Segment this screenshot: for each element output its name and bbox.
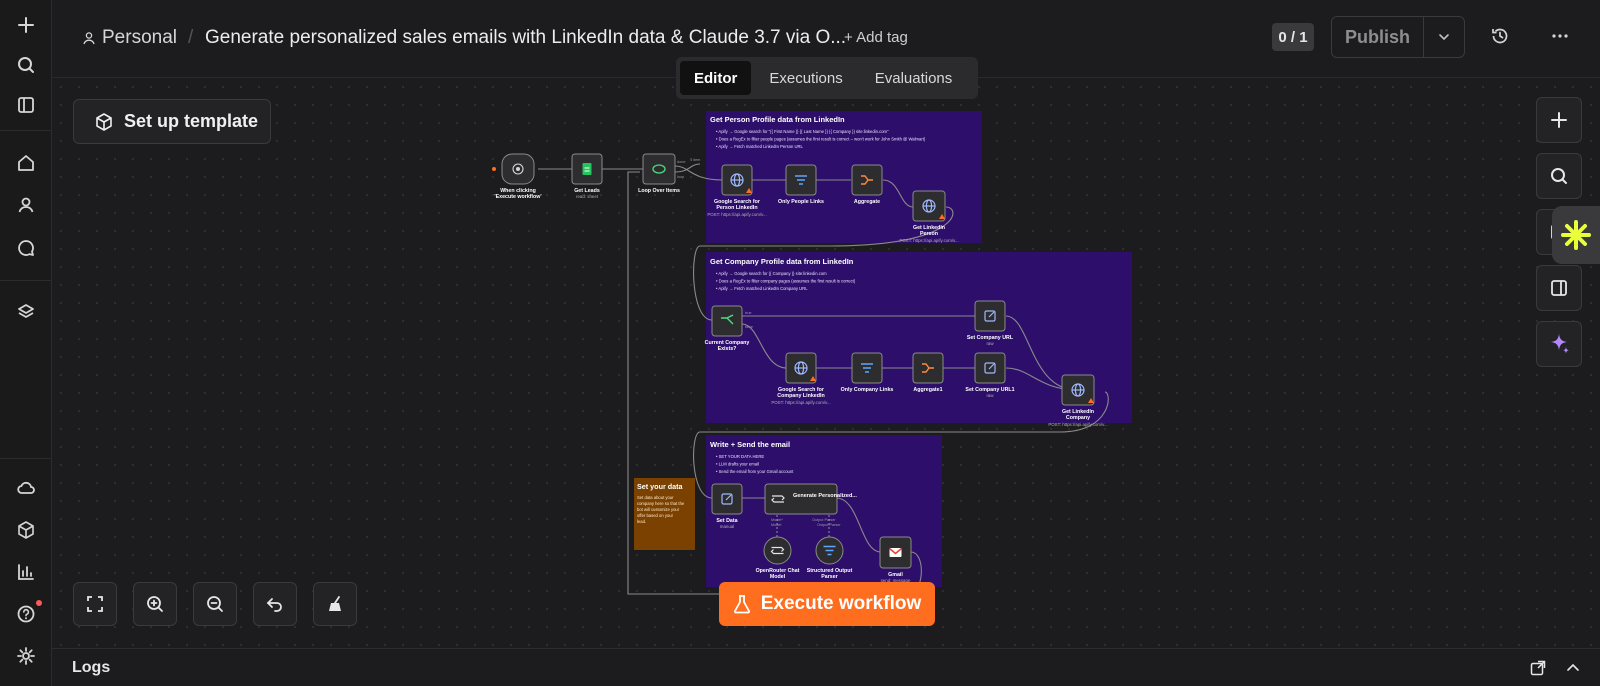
ai-sparkle-button[interactable]: [1536, 321, 1582, 367]
cloud-icon[interactable]: [14, 476, 38, 500]
search-icon: [1551, 168, 1567, 184]
chevron-up-icon[interactable]: [1566, 661, 1580, 675]
pop-out-icon[interactable]: [1530, 660, 1546, 676]
search-nodes-button[interactable]: [1536, 153, 1582, 199]
setup-template-button[interactable]: Set up template: [73, 99, 271, 144]
chevron-down-icon[interactable]: [1424, 17, 1464, 57]
setup-template-label: Set up template: [124, 111, 259, 131]
fit-view-button[interactable]: [73, 582, 117, 626]
layers-icon[interactable]: [14, 300, 38, 324]
panel-icon: [1551, 280, 1567, 296]
plus-icon: [1551, 112, 1567, 128]
help-icon[interactable]: [14, 602, 38, 626]
tidy-up-button[interactable]: [313, 582, 357, 626]
flask-icon: [733, 595, 750, 614]
settings-gear-icon[interactable]: [14, 644, 38, 668]
templates-icon[interactable]: [14, 518, 38, 542]
execute-workflow-label: Execute workflow: [760, 593, 922, 614]
plus-icon[interactable]: [14, 13, 38, 37]
more-options-icon[interactable]: [1550, 26, 1570, 51]
user-icon[interactable]: [14, 193, 38, 217]
add-node-button[interactable]: [1536, 97, 1582, 143]
logs-panel[interactable]: Logs: [52, 648, 1600, 686]
rail-divider: [0, 280, 52, 281]
rail-divider: [0, 130, 52, 131]
workflow-title[interactable]: Generate personalized sales emails with …: [205, 27, 846, 49]
publish-group: Publish: [1331, 16, 1465, 58]
home-icon[interactable]: [14, 151, 38, 175]
rail-divider: [0, 458, 52, 459]
notification-dot: [36, 600, 42, 606]
tab-executions[interactable]: Executions: [755, 61, 856, 95]
zoom-in-icon: [147, 596, 163, 612]
left-sidebar: [0, 0, 52, 686]
ai-assistant-tab[interactable]: [1552, 206, 1600, 264]
history-icon[interactable]: [1490, 26, 1510, 51]
search-icon[interactable]: [14, 53, 38, 77]
insights-icon[interactable]: [14, 560, 38, 584]
logs-label: Logs: [72, 659, 111, 676]
zoom-out-button[interactable]: [193, 582, 237, 626]
workflow-canvas[interactable]: [52, 78, 1600, 648]
add-tag-button[interactable]: + Add tag: [844, 29, 908, 46]
tab-editor[interactable]: Editor: [680, 61, 752, 95]
chat-icon[interactable]: [14, 236, 38, 260]
toggle-panel-button[interactable]: [1536, 265, 1582, 311]
zoom-in-button[interactable]: [133, 582, 177, 626]
zoom-out-icon: [207, 596, 223, 612]
ai-sparkle-icon: [1551, 334, 1569, 354]
breadcrumb-separator: /: [188, 27, 194, 48]
version-counter: 0 / 1: [1272, 23, 1314, 51]
person-icon: [83, 32, 95, 45]
execute-workflow-button[interactable]: Execute workflow: [719, 582, 935, 626]
tab-evaluations[interactable]: Evaluations: [861, 61, 967, 95]
n8n-app: Personal / Generate personalized sales e…: [0, 0, 1600, 686]
view-tabs: Editor Executions Evaluations: [676, 57, 978, 99]
broom-icon: [329, 596, 341, 611]
publish-button[interactable]: Publish: [1332, 17, 1424, 57]
fullscreen-icon: [87, 596, 103, 612]
breadcrumb-project[interactable]: Personal: [82, 27, 177, 49]
sparkle-logo-icon: [1561, 220, 1591, 250]
template-cube-icon: [96, 112, 112, 131]
undo-button[interactable]: [253, 582, 297, 626]
panel-toggle-icon[interactable]: [14, 93, 38, 117]
project-name: Personal: [102, 27, 177, 48]
undo-icon: [266, 598, 282, 612]
